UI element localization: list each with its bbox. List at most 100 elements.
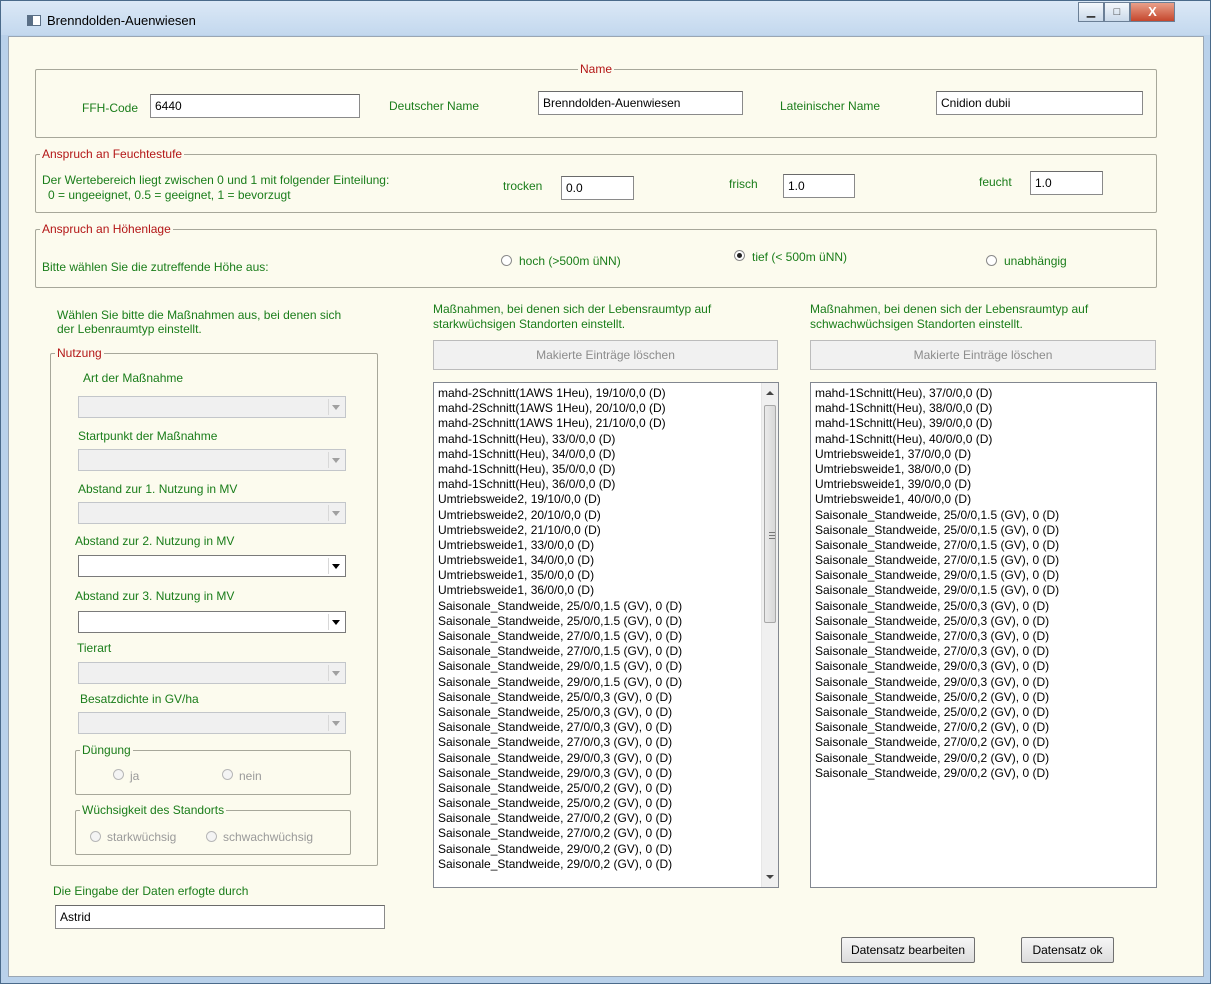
list-item[interactable]: Saisonale_Standweide, 25/0/0,1.5 (GV), 0… (815, 523, 1059, 538)
duengung-ja-label[interactable]: ja (130, 769, 139, 783)
list-item[interactable]: Saisonale_Standweide, 29/0/0,1.5 (GV), 0… (815, 583, 1059, 598)
list-item[interactable]: Umtriebsweide1, 36/0/0,0 (D) (438, 583, 682, 598)
list-item[interactable]: Saisonale_Standweide, 29/0/0,3 (GV), 0 (… (438, 751, 682, 766)
startpunkt-combo[interactable] (78, 449, 346, 471)
ffh-code-input[interactable] (150, 94, 360, 118)
deutscher-name-input[interactable] (538, 91, 743, 115)
list-item[interactable]: Saisonale_Standweide, 27/0/0,1.5 (GV), 0… (815, 553, 1059, 568)
list-item[interactable]: mahd-1Schnitt(Heu), 38/0/0,0 (D) (815, 401, 1059, 416)
list-item[interactable]: Saisonale_Standweide, 27/0/0,3 (GV), 0 (… (438, 735, 682, 750)
list-item[interactable]: Saisonale_Standweide, 29/0/0,2 (GV), 0 (… (815, 766, 1059, 781)
lateinischer-name-input[interactable] (936, 91, 1143, 115)
list-item[interactable]: Saisonale_Standweide, 25/0/0,1.5 (GV), 0… (438, 599, 682, 614)
minimize-button[interactable]: ▁ (1078, 2, 1104, 22)
list-item[interactable]: Saisonale_Standweide, 25/0/0,3 (GV), 0 (… (815, 599, 1059, 614)
feucht-input[interactable] (1030, 171, 1103, 195)
starkwuechsig-radio[interactable] (90, 831, 101, 842)
list-item[interactable]: mahd-1Schnitt(Heu), 40/0/0,0 (D) (815, 432, 1059, 447)
list-item[interactable]: Saisonale_Standweide, 27/0/0,2 (GV), 0 (… (438, 811, 682, 826)
list-item[interactable]: Saisonale_Standweide, 29/0/0,2 (GV), 0 (… (438, 842, 682, 857)
list-item[interactable]: Saisonale_Standweide, 25/0/0,3 (GV), 0 (… (815, 614, 1059, 629)
list-item[interactable]: Saisonale_Standweide, 25/0/0,2 (GV), 0 (… (438, 796, 682, 811)
duengung-ja-radio[interactable] (113, 769, 124, 780)
list-item[interactable]: mahd-2Schnitt(1AWS 1Heu), 20/10/0,0 (D) (438, 401, 682, 416)
list-item[interactable]: Saisonale_Standweide, 25/0/0,3 (GV), 0 (… (438, 690, 682, 705)
art-massnahme-combo[interactable] (78, 396, 346, 418)
list-item[interactable]: mahd-1Schnitt(Heu), 35/0/0,0 (D) (438, 462, 682, 477)
list-item[interactable]: Saisonale_Standweide, 27/0/0,1.5 (GV), 0… (438, 644, 682, 659)
list-item[interactable]: Saisonale_Standweide, 29/0/0,1.5 (GV), 0… (438, 675, 682, 690)
list-item[interactable]: Saisonale_Standweide, 29/0/0,2 (GV), 0 (… (438, 857, 682, 872)
scroll-down-icon[interactable] (766, 875, 774, 879)
hoch-radio[interactable] (501, 255, 512, 266)
list-item[interactable]: Saisonale_Standweide, 27/0/0,3 (GV), 0 (… (815, 629, 1059, 644)
list-item[interactable]: Saisonale_Standweide, 25/0/0,1.5 (GV), 0… (815, 508, 1059, 523)
list-item[interactable]: Umtriebsweide2, 20/10/0,0 (D) (438, 508, 682, 523)
tief-radio-label[interactable]: tief (< 500m üNN) (752, 250, 847, 264)
list-item[interactable]: Saisonale_Standweide, 25/0/0,2 (GV), 0 (… (438, 781, 682, 796)
list-item[interactable]: Umtriebsweide1, 35/0/0,0 (D) (438, 568, 682, 583)
list-item[interactable]: Umtriebsweide1, 39/0/0,0 (D) (815, 477, 1059, 492)
close-button[interactable]: X (1130, 2, 1175, 22)
list-item[interactable]: Saisonale_Standweide, 27/0/0,1.5 (GV), 0… (438, 629, 682, 644)
duengung-nein-label[interactable]: nein (239, 769, 262, 783)
list-item[interactable]: Umtriebsweide2, 19/10/0,0 (D) (438, 492, 682, 507)
list-item[interactable]: Saisonale_Standweide, 25/0/0,2 (GV), 0 (… (815, 690, 1059, 705)
list-item[interactable]: Saisonale_Standweide, 27/0/0,2 (GV), 0 (… (815, 720, 1059, 735)
list-item[interactable]: mahd-1Schnitt(Heu), 33/0/0,0 (D) (438, 432, 682, 447)
abstand-2-combo[interactable] (78, 555, 346, 577)
list-item[interactable]: Saisonale_Standweide, 25/0/0,2 (GV), 0 (… (815, 705, 1059, 720)
abstand-3-combo[interactable] (78, 611, 346, 633)
list-item[interactable]: mahd-1Schnitt(Heu), 36/0/0,0 (D) (438, 477, 682, 492)
datensatz-ok-button[interactable]: Datensatz ok (1021, 937, 1114, 963)
schwachwuechsig-label[interactable]: schwachwüchsig (223, 830, 313, 844)
list-item[interactable]: Umtriebsweide1, 38/0/0,0 (D) (815, 462, 1059, 477)
duengung-nein-radio[interactable] (222, 769, 233, 780)
list-item[interactable]: Saisonale_Standweide, 27/0/0,3 (GV), 0 (… (438, 720, 682, 735)
unabhaengig-radio-label[interactable]: unabhängig (1004, 254, 1067, 268)
hoch-radio-label[interactable]: hoch (>500m üNN) (519, 254, 621, 268)
eingabe-input[interactable] (55, 905, 385, 929)
list-item[interactable]: Saisonale_Standweide, 27/0/0,2 (GV), 0 (… (815, 735, 1059, 750)
maximize-button[interactable]: □ (1104, 2, 1130, 22)
starkwuechsig-label[interactable]: starkwüchsig (107, 830, 176, 844)
schwach-delete-button[interactable]: Makierte Einträge löschen (810, 340, 1156, 370)
list-item[interactable]: Saisonale_Standweide, 29/0/0,3 (GV), 0 (… (815, 659, 1059, 674)
list-item[interactable]: Umtriebsweide1, 33/0/0,0 (D) (438, 538, 682, 553)
list-item[interactable]: Umtriebsweide1, 40/0/0,0 (D) (815, 492, 1059, 507)
list-item[interactable]: Saisonale_Standweide, 29/0/0,3 (GV), 0 (… (815, 675, 1059, 690)
list-item[interactable]: Saisonale_Standweide, 27/0/0,2 (GV), 0 (… (438, 826, 682, 841)
datensatz-bearbeiten-button[interactable]: Datensatz bearbeiten (841, 937, 975, 963)
stark-listbox[interactable]: mahd-2Schnitt(1AWS 1Heu), 19/10/0,0 (D) m… (433, 382, 779, 888)
besatzdichte-combo[interactable] (78, 712, 346, 734)
scroll-thumb[interactable] (764, 405, 776, 623)
schwach-listbox[interactable]: mahd-1Schnitt(Heu), 37/0/0,0 (D) mahd-1Sc… (810, 382, 1157, 888)
list-item[interactable]: Saisonale_Standweide, 27/0/0,1.5 (GV), 0… (815, 538, 1059, 553)
scroll-up-icon[interactable] (766, 391, 774, 395)
schwachwuechsig-radio[interactable] (206, 831, 217, 842)
list-item[interactable]: Saisonale_Standweide, 25/0/0,1.5 (GV), 0… (438, 614, 682, 629)
list-item[interactable]: mahd-1Schnitt(Heu), 39/0/0,0 (D) (815, 416, 1059, 431)
list-item[interactable]: Umtriebsweide2, 21/10/0,0 (D) (438, 523, 682, 538)
list-item[interactable]: Saisonale_Standweide, 29/0/0,2 (GV), 0 (… (815, 751, 1059, 766)
stark-delete-button[interactable]: Makierte Einträge löschen (433, 340, 778, 370)
tief-radio[interactable] (734, 250, 745, 261)
list-item[interactable]: Umtriebsweide1, 34/0/0,0 (D) (438, 553, 682, 568)
title-bar[interactable]: Brenndolden-Auenwiesen ▁ □ X (1, 1, 1210, 35)
list-item[interactable]: Saisonale_Standweide, 29/0/0,1.5 (GV), 0… (815, 568, 1059, 583)
frisch-input[interactable] (783, 174, 855, 198)
list-item[interactable]: Saisonale_Standweide, 29/0/0,1.5 (GV), 0… (438, 659, 682, 674)
stark-scrollbar[interactable] (761, 383, 778, 887)
list-item[interactable]: mahd-2Schnitt(1AWS 1Heu), 21/10/0,0 (D) (438, 416, 682, 431)
list-item[interactable]: Saisonale_Standweide, 29/0/0,3 (GV), 0 (… (438, 766, 682, 781)
list-item[interactable]: mahd-2Schnitt(1AWS 1Heu), 19/10/0,0 (D) (438, 386, 682, 401)
unabhaengig-radio[interactable] (986, 255, 997, 266)
list-item[interactable]: Saisonale_Standweide, 25/0/0,3 (GV), 0 (… (438, 705, 682, 720)
list-item[interactable]: Umtriebsweide1, 37/0/0,0 (D) (815, 447, 1059, 462)
list-item[interactable]: Saisonale_Standweide, 27/0/0,3 (GV), 0 (… (815, 644, 1059, 659)
abstand-1-combo[interactable] (78, 502, 346, 524)
list-item[interactable]: mahd-1Schnitt(Heu), 34/0/0,0 (D) (438, 447, 682, 462)
list-item[interactable]: mahd-1Schnitt(Heu), 37/0/0,0 (D) (815, 386, 1059, 401)
trocken-input[interactable] (561, 176, 634, 200)
tierart-combo[interactable] (78, 662, 346, 684)
